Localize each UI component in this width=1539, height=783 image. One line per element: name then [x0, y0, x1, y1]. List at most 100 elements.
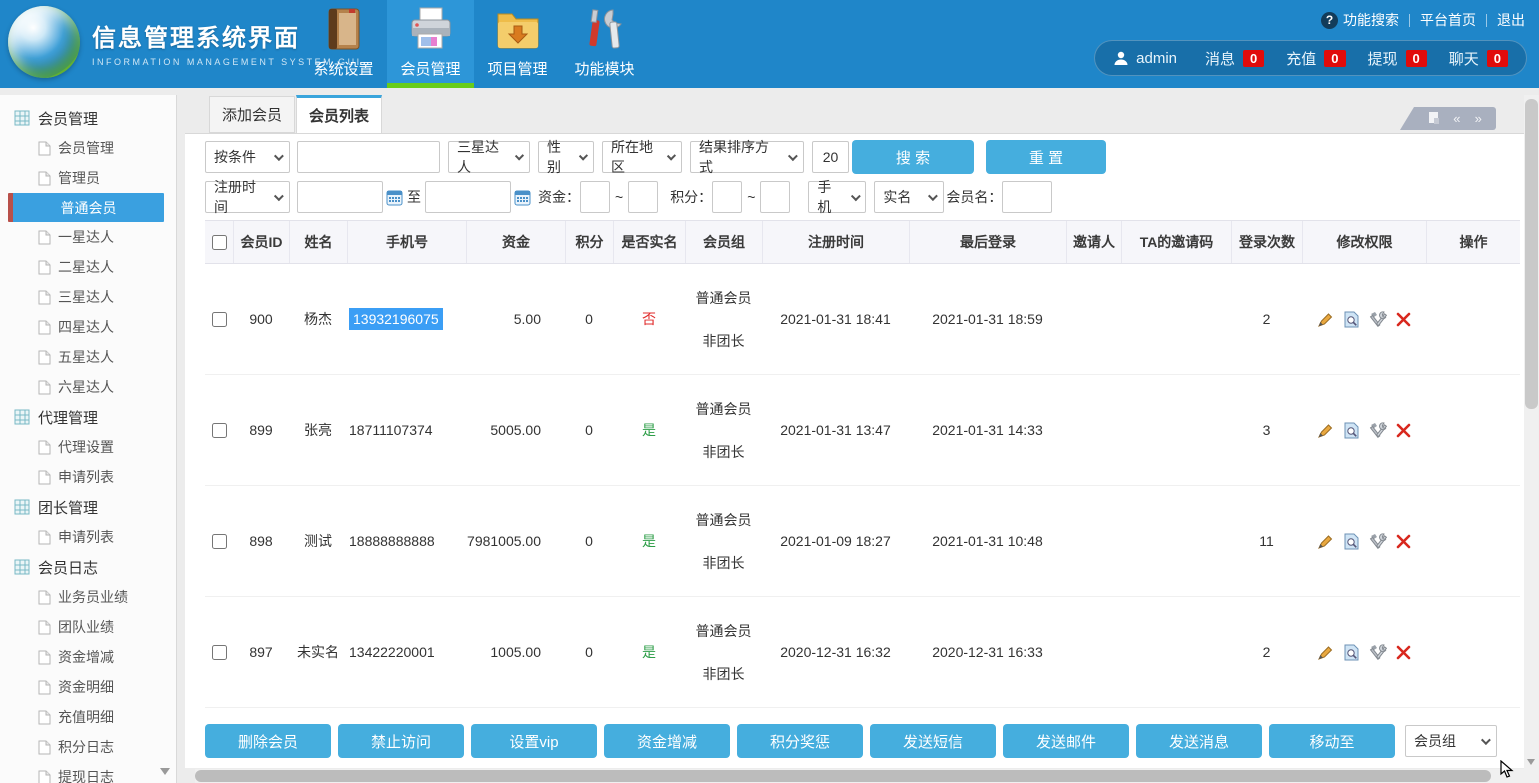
horizontal-scrollbar-thumb[interactable] [195, 770, 1491, 782]
top-link-logout[interactable]: 退出 [1497, 10, 1525, 30]
points-max-input[interactable] [760, 181, 790, 213]
sidebar-item-one-star[interactable]: 一星达人 [0, 222, 176, 252]
messages-count-badge[interactable]: 0 [1243, 50, 1264, 67]
sidebar-item-points-log[interactable]: 积分日志 [0, 732, 176, 762]
keyword-input[interactable] [297, 141, 440, 173]
sidebar-item-four-star[interactable]: 四星达人 [0, 312, 176, 342]
view-log-icon[interactable] [1343, 644, 1360, 661]
permissions-tools-icon[interactable] [1369, 644, 1387, 661]
page-size-input[interactable] [812, 141, 849, 173]
sidebar-item-funds-details[interactable]: 资金明细 [0, 672, 176, 702]
move-to-button[interactable]: 移动至 [1269, 724, 1395, 758]
nav-item-member-management[interactable]: 会员管理 [387, 0, 474, 88]
delete-x-icon[interactable] [1396, 423, 1411, 438]
chat-link[interactable]: 聊天 [1449, 48, 1479, 69]
sidebar-item-two-star[interactable]: 二星达人 [0, 252, 176, 282]
time-type-select[interactable]: 注册时间 [205, 181, 290, 213]
sidebar-item-five-star[interactable]: 五星达人 [0, 342, 176, 372]
next-tab-icon[interactable]: » [1475, 112, 1482, 125]
prev-tab-icon[interactable]: « [1453, 112, 1460, 125]
row-checkbox[interactable] [212, 423, 227, 438]
edit-pencil-icon[interactable] [1317, 644, 1334, 661]
view-log-icon[interactable] [1343, 311, 1360, 328]
row-checkbox[interactable] [212, 645, 227, 660]
page-icon[interactable] [1428, 111, 1439, 126]
sidebar-item-recharge-details[interactable]: 充值明细 [0, 702, 176, 732]
sidebar-item-agent-applications[interactable]: 申请列表 [0, 462, 176, 492]
nav-item-function-modules[interactable]: 功能模块 [561, 0, 648, 88]
sidebar-item-leader-applications[interactable]: 申请列表 [0, 522, 176, 552]
view-log-icon[interactable] [1343, 533, 1360, 550]
phone-or-select[interactable]: 手机 [808, 181, 866, 213]
date-from-input[interactable] [297, 181, 383, 213]
delete-x-icon[interactable] [1396, 312, 1411, 327]
date-to-input[interactable] [425, 181, 511, 213]
view-log-icon[interactable] [1343, 422, 1360, 439]
messages-link[interactable]: 消息 [1205, 48, 1235, 69]
send-email-button[interactable]: 发送邮件 [1003, 724, 1129, 758]
permissions-tools-icon[interactable] [1369, 422, 1387, 439]
username[interactable]: admin [1136, 50, 1177, 67]
withdraw-link[interactable]: 提现 [1368, 48, 1398, 69]
permissions-tools-icon[interactable] [1369, 311, 1387, 328]
sidebar-item-withdraw-log[interactable]: 提现日志 [0, 762, 176, 783]
level-select[interactable]: 三星达人 [448, 141, 530, 173]
gender-select[interactable]: 性别 [538, 141, 594, 173]
region-select[interactable]: 所在地区 [602, 141, 682, 173]
withdraw-count-badge[interactable]: 0 [1406, 50, 1427, 67]
edit-pencil-icon[interactable] [1317, 422, 1334, 439]
member-name-input[interactable] [1002, 181, 1052, 213]
nav-item-system-settings[interactable]: 系统设置 [300, 0, 387, 88]
tab-member-list[interactable]: 会员列表 [296, 95, 382, 133]
reset-button[interactable]: 重 置 [986, 140, 1106, 174]
vertical-scrollbar-thumb[interactable] [1525, 99, 1538, 409]
permissions-tools-icon[interactable] [1369, 533, 1387, 550]
sidebar-item-agent-settings[interactable]: 代理设置 [0, 432, 176, 462]
sidebar-item-team-performance[interactable]: 团队业绩 [0, 612, 176, 642]
sidebar-section-member-management[interactable]: 会员管理 [0, 103, 176, 133]
sidebar-item-funds-change[interactable]: 资金增减 [0, 642, 176, 672]
member-group-select[interactable]: 会员组 [1405, 725, 1497, 757]
scroll-down-arrow[interactable] [1527, 759, 1535, 765]
row-checkbox[interactable] [212, 534, 227, 549]
calendar-icon[interactable] [386, 189, 403, 206]
sidebar-item-ordinary-members[interactable]: 普通会员 [8, 193, 164, 222]
recharge-count-badge[interactable]: 0 [1324, 50, 1345, 67]
realname-select[interactable]: 实名 [874, 181, 944, 213]
delete-members-button[interactable]: 删除会员 [205, 724, 331, 758]
condition-select[interactable]: 按条件 [205, 141, 290, 173]
sidebar-item-administrators[interactable]: 管理员 [0, 163, 176, 193]
delete-x-icon[interactable] [1396, 645, 1411, 660]
sidebar-item-three-star[interactable]: 三星达人 [0, 282, 176, 312]
horizontal-scrollbar[interactable] [195, 769, 1524, 783]
calendar-icon[interactable] [514, 189, 531, 206]
tab-add-member[interactable]: 添加会员 [209, 96, 295, 133]
row-checkbox[interactable] [212, 312, 227, 327]
nav-item-project-management[interactable]: 项目管理 [474, 0, 561, 88]
sidebar-section-member-logs[interactable]: 会员日志 [0, 552, 176, 582]
sort-select[interactable]: 结果排序方式 [690, 141, 804, 173]
sidebar-scroll-down-arrow[interactable] [160, 768, 170, 775]
funds-max-input[interactable] [628, 181, 658, 213]
send-sms-button[interactable]: 发送短信 [870, 724, 996, 758]
select-all-checkbox[interactable] [212, 235, 227, 250]
search-button[interactable]: 搜 索 [852, 140, 974, 174]
edit-pencil-icon[interactable] [1317, 311, 1334, 328]
sidebar-section-leader-management[interactable]: 团长管理 [0, 492, 176, 522]
top-link-platform-home[interactable]: 平台首页 [1420, 10, 1476, 30]
sidebar-item-six-star[interactable]: 六星达人 [0, 372, 176, 402]
send-message-button[interactable]: 发送消息 [1136, 724, 1262, 758]
sidebar-item-member-management[interactable]: 会员管理 [0, 133, 176, 163]
edit-pencil-icon[interactable] [1317, 533, 1334, 550]
set-vip-button[interactable]: 设置vip [471, 724, 597, 758]
top-link-function-search[interactable]: 功能搜索 [1343, 10, 1399, 30]
points-reward-button[interactable]: 积分奖惩 [737, 724, 863, 758]
funds-adjust-button[interactable]: 资金增减 [604, 724, 730, 758]
recharge-link[interactable]: 充值 [1286, 48, 1316, 69]
vertical-scrollbar[interactable] [1524, 95, 1539, 783]
ban-access-button[interactable]: 禁止访问 [338, 724, 464, 758]
sidebar-item-salesman-performance[interactable]: 业务员业绩 [0, 582, 176, 612]
chat-count-badge[interactable]: 0 [1487, 50, 1508, 67]
funds-min-input[interactable] [580, 181, 610, 213]
delete-x-icon[interactable] [1396, 534, 1411, 549]
